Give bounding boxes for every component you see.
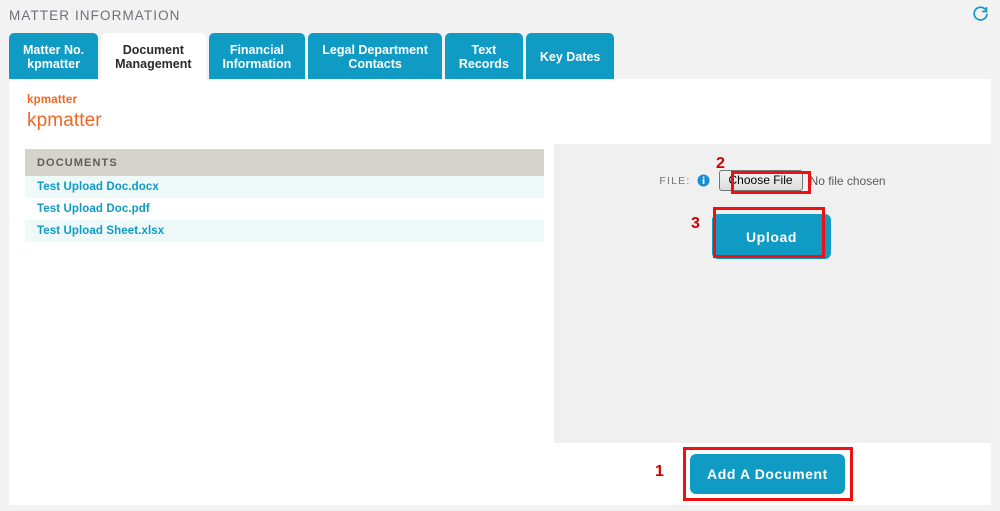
tab-bar: Matter No. kpmatter Document Management … xyxy=(9,33,991,79)
tab-label-line1: Document xyxy=(122,42,184,57)
tab-legal-department-contacts[interactable]: Legal Department Contacts xyxy=(308,33,442,79)
tab-financial-information[interactable]: Financial Information xyxy=(208,33,306,79)
tab-label-line2: Management xyxy=(115,56,192,71)
matter-information-page: MATTER INFORMATION Matter No. kpmatter D… xyxy=(0,0,1000,511)
content-card: kpmatter kpmatter DOCUMENTS Test Upload … xyxy=(9,79,991,505)
document-list-item[interactable]: Test Upload Doc.docx xyxy=(25,176,544,198)
choose-file-button[interactable]: Choose File xyxy=(718,170,803,191)
tab-label-line2: kpmatter xyxy=(27,56,80,71)
tab-label-line1: Financial xyxy=(229,42,284,57)
add-a-document-button[interactable]: Add A Document xyxy=(690,454,845,494)
upload-panel: FILE: Choose File No file chosen Upload xyxy=(554,144,991,443)
info-circle-icon[interactable] xyxy=(696,174,710,187)
no-file-chosen-text: No file chosen xyxy=(809,173,886,188)
tab-label-line1: Key Dates xyxy=(539,49,601,64)
tab-label-line2: Records xyxy=(458,56,509,71)
tab-text-records[interactable]: Text Records xyxy=(444,33,523,79)
document-list-item[interactable]: Test Upload Sheet.xlsx xyxy=(25,220,544,242)
page-header: MATTER INFORMATION xyxy=(0,0,1000,32)
file-label: FILE: xyxy=(659,174,691,187)
tab-label-line1: Legal Department xyxy=(322,42,428,57)
tab-document-management[interactable]: Document Management xyxy=(101,33,206,79)
file-chooser: Choose File No file chosen xyxy=(718,170,886,191)
breadcrumb[interactable]: kpmatter xyxy=(27,94,77,106)
file-input-row: FILE: Choose File No file chosen xyxy=(554,170,991,191)
upload-button[interactable]: Upload xyxy=(712,214,831,259)
tab-label-line2: Contacts xyxy=(348,56,402,71)
refresh-icon[interactable] xyxy=(969,3,991,25)
page-title: MATTER INFORMATION xyxy=(9,8,181,23)
tab-label-line1: Text xyxy=(471,42,497,57)
tab-label-line1: Matter No. xyxy=(23,42,85,57)
matter-title: kpmatter xyxy=(27,110,102,131)
tab-key-dates[interactable]: Key Dates xyxy=(525,33,615,79)
tab-label-line2: Information xyxy=(222,56,292,71)
document-list-item[interactable]: Test Upload Doc.pdf xyxy=(25,198,544,220)
documents-panel: DOCUMENTS Test Upload Doc.docx Test Uplo… xyxy=(25,149,544,242)
documents-header: DOCUMENTS xyxy=(25,149,544,176)
tab-matter-no[interactable]: Matter No. kpmatter xyxy=(9,33,99,79)
